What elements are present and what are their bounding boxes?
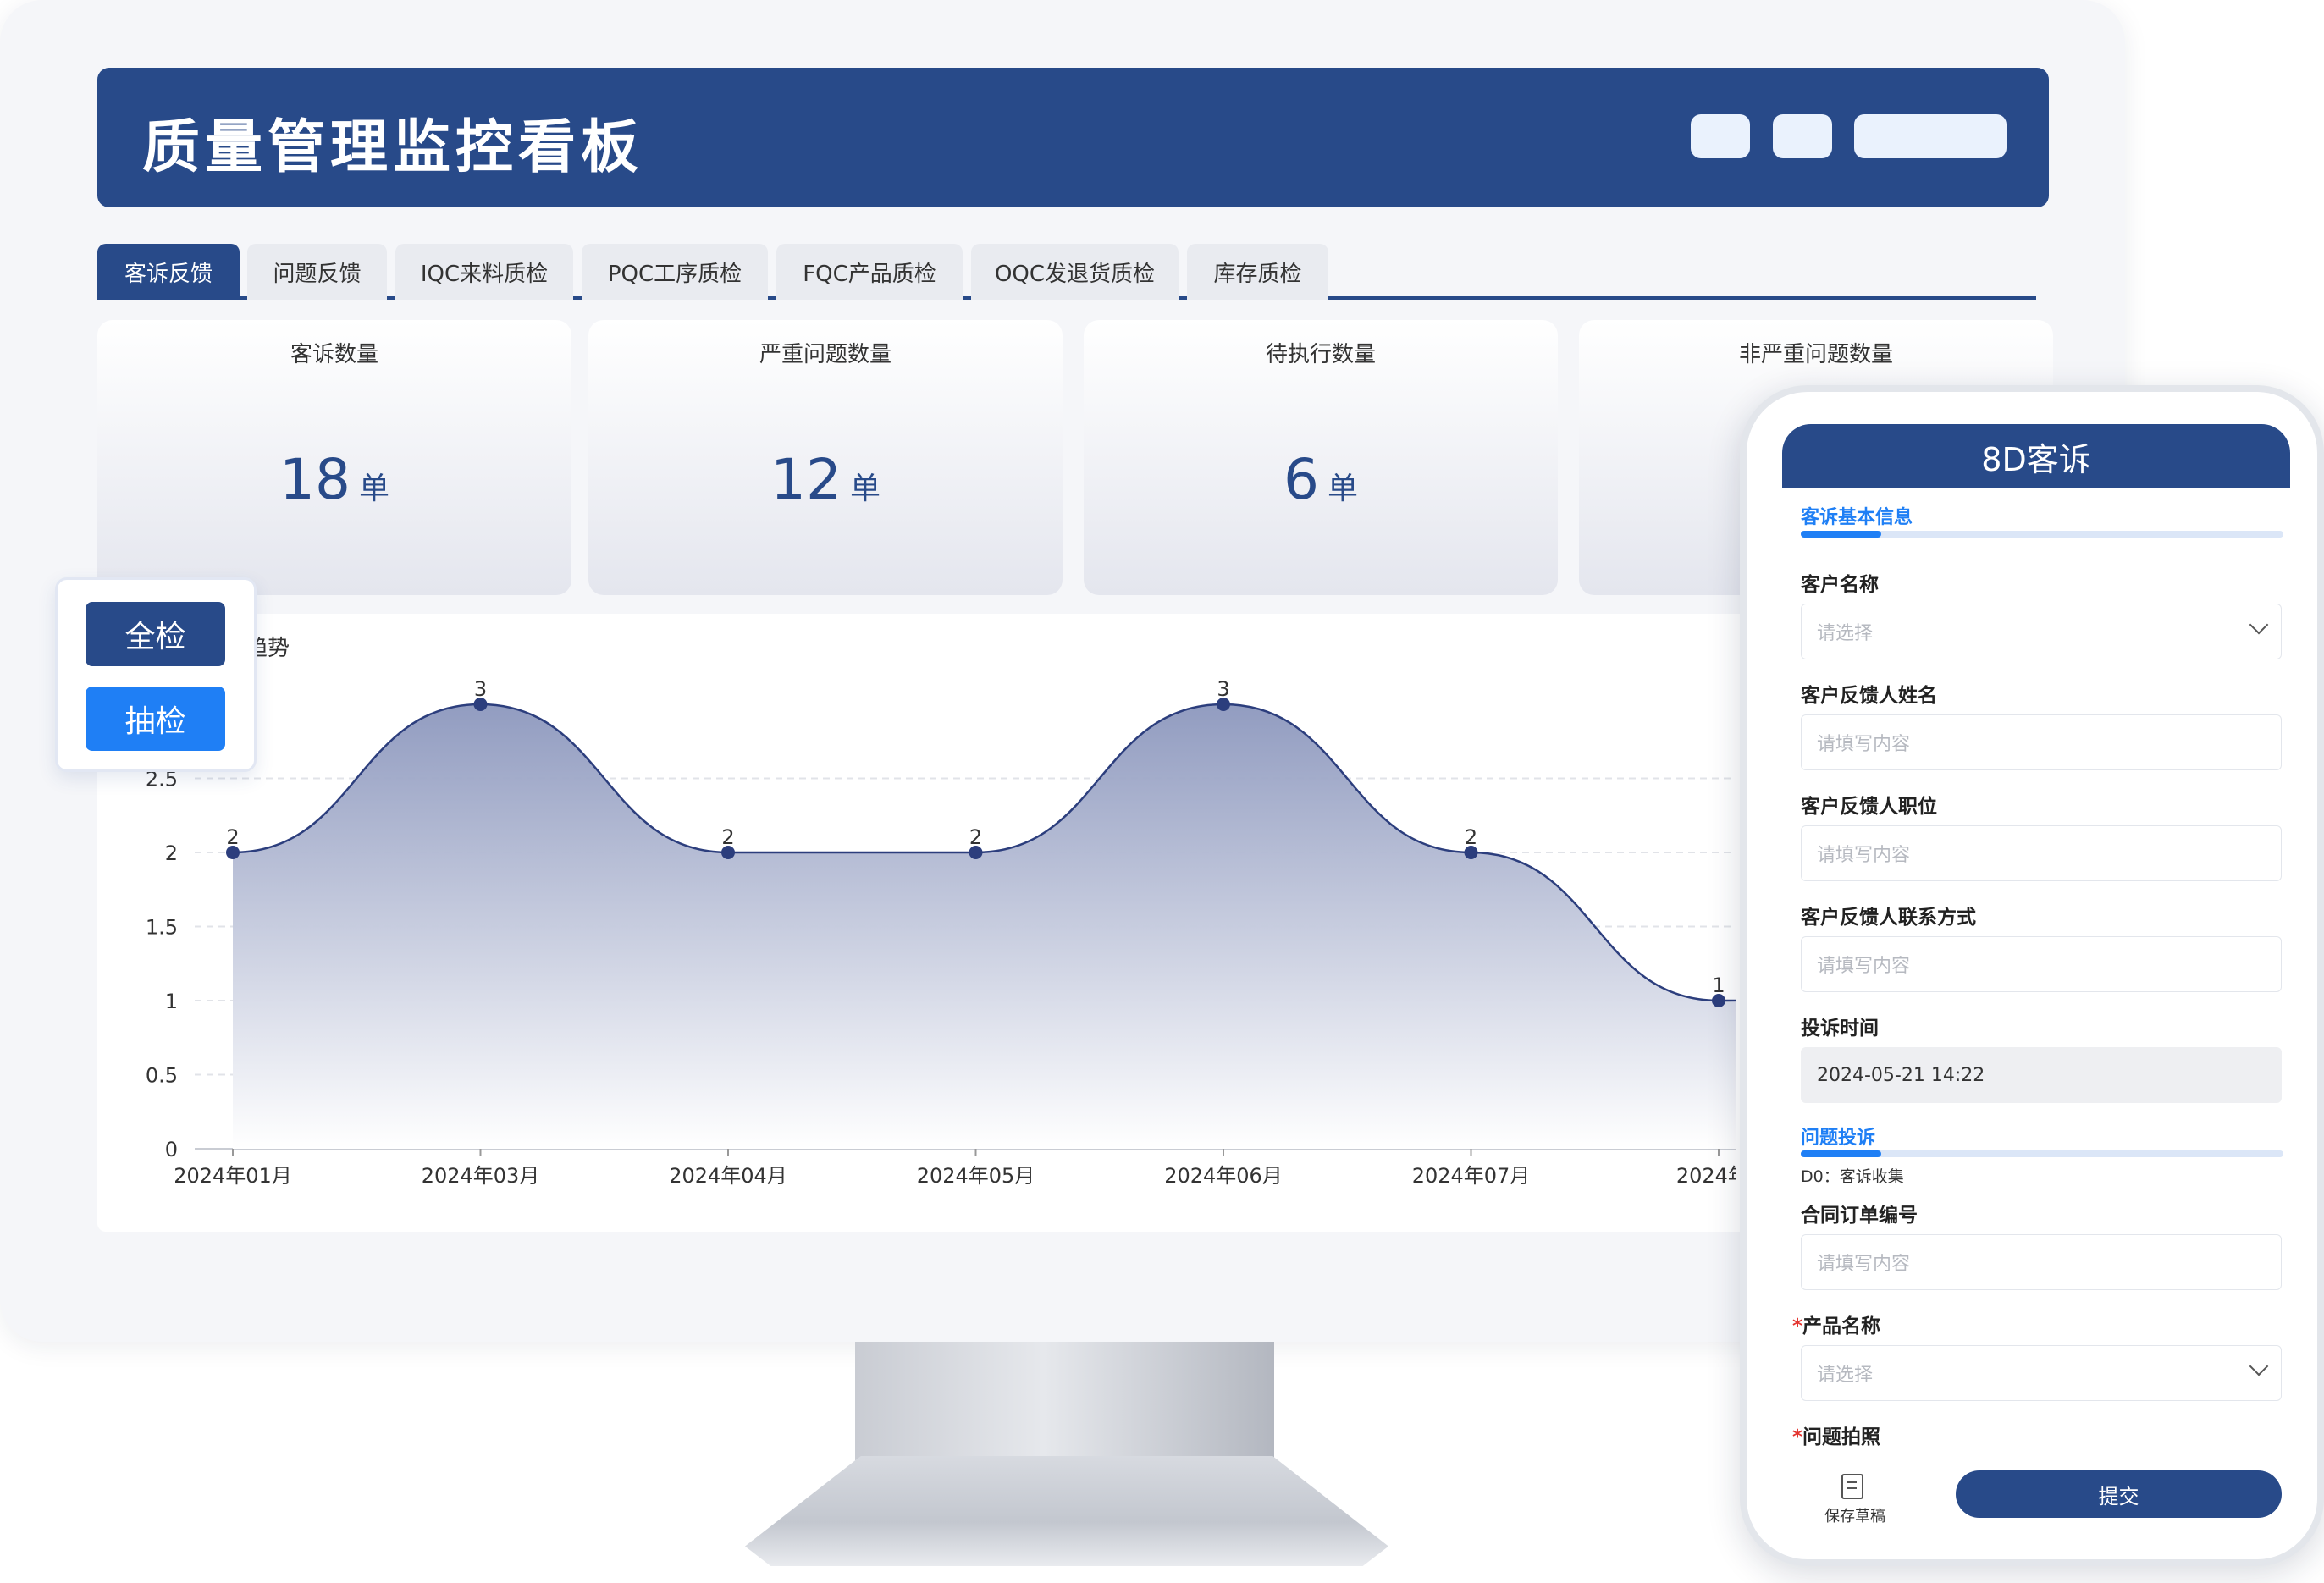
x-tick-label: 2024年01月 (174, 1164, 292, 1188)
inspection-toggle-panel: 全检 抽检 (55, 577, 257, 772)
feedback-contact-label: 客户反馈人联系方式 (1801, 907, 1976, 929)
section-progress-fill (1801, 531, 1881, 538)
save-draft-button[interactable]: 保存草稿 (1824, 1504, 1885, 1526)
complaint-time-label: 投诉时间 (1801, 1018, 1879, 1040)
section-basic-info-title: 客诉基本信息 (1801, 507, 1913, 528)
data-label: 1 (1712, 974, 1725, 997)
product-name-select[interactable]: 请选择 (1801, 1345, 2282, 1401)
x-tick-label: 2024年03月 (422, 1164, 540, 1188)
stage: 质量管理监控看板 客诉反馈 问题反馈 IQC来料质检 PQC工序质检 FQC产品… (0, 0, 2324, 1583)
chevron-down-icon (2249, 615, 2269, 635)
problem-photo-label-text: 问题拍照 (1802, 1426, 1881, 1448)
phone-screen: 8D客诉 客诉基本信息 客户名称 请选择 客户反馈人姓名 请填写内容 客户反馈人… (1782, 424, 2290, 1558)
phone-frame: 8D客诉 客诉基本信息 客户名称 请选择 客户反馈人姓名 请填写内容 客户反馈人… (1740, 385, 2324, 1566)
feedback-position-placeholder: 请填写内容 (1817, 845, 1911, 866)
data-label: 2 (1465, 825, 1477, 849)
data-label: 3 (474, 677, 487, 701)
phone-footer: 保存草稿 提交 (1782, 1465, 2290, 1558)
phone-title: 8D客诉 (1782, 424, 2290, 488)
feedback-contact-placeholder: 请填写内容 (1817, 956, 1911, 977)
step-note: D0：客诉收集 (1801, 1167, 1904, 1186)
feedback-name-placeholder: 请填写内容 (1817, 734, 1911, 755)
section-progress-bar (1801, 1150, 2283, 1157)
y-tick-label: 2 (165, 841, 178, 865)
product-name-label: *产品名称 (1792, 1310, 1880, 1338)
product-name-label-text: 产品名称 (1802, 1315, 1881, 1338)
full-inspection-button[interactable]: 全检 (86, 602, 225, 666)
contract-no-label: 合同订单编号 (1801, 1205, 1918, 1227)
x-tick-label: 2024年07月 (1412, 1164, 1531, 1188)
chevron-down-icon (2249, 1356, 2269, 1376)
customer-name-select[interactable]: 请选择 (1801, 604, 2282, 659)
x-tick-label: 2024年04月 (669, 1164, 787, 1188)
section-progress-fill (1801, 1150, 1881, 1157)
data-label: 3 (1217, 677, 1229, 701)
contract-no-placeholder: 请填写内容 (1817, 1254, 1911, 1275)
feedback-contact-input[interactable]: 请填写内容 (1801, 936, 2282, 992)
section-problem-title: 问题投诉 (1801, 1128, 1876, 1149)
data-label: 2 (226, 825, 239, 849)
data-label: 2 (721, 825, 734, 849)
feedback-name-label: 客户反馈人姓名 (1801, 685, 1937, 707)
submit-button[interactable]: 提交 (1956, 1470, 2282, 1518)
product-name-placeholder: 请选择 (1817, 1365, 1874, 1386)
required-mark: * (1792, 1426, 1803, 1448)
customer-name-placeholder: 请选择 (1817, 623, 1874, 644)
y-tick-label: 1 (165, 990, 178, 1013)
feedback-position-label: 客户反馈人职位 (1801, 796, 1937, 818)
y-tick-label: 1.5 (146, 916, 178, 940)
complaint-time-field: 2024-05-21 14:22 (1801, 1047, 2282, 1103)
problem-photo-label: *问题拍照 (1792, 1420, 1880, 1449)
customer-name-label: 客户名称 (1801, 574, 1879, 596)
y-tick-label: 0.5 (146, 1064, 178, 1088)
draft-icon[interactable] (1841, 1474, 1863, 1499)
feedback-position-input[interactable]: 请填写内容 (1801, 825, 2282, 881)
contract-no-input[interactable]: 请填写内容 (1801, 1234, 2282, 1290)
y-tick-label: 0 (165, 1138, 178, 1161)
section-progress-bar (1801, 531, 2283, 538)
x-tick-label: 2024年06月 (1164, 1164, 1283, 1188)
data-label: 2 (969, 825, 982, 849)
required-mark: * (1792, 1315, 1803, 1338)
sample-inspection-button[interactable]: 抽检 (86, 687, 225, 751)
x-tick-label: 2024年05月 (917, 1164, 1035, 1188)
complaint-time-value: 2024-05-21 14:22 (1817, 1064, 1985, 1086)
feedback-name-input[interactable]: 请填写内容 (1801, 714, 2282, 770)
